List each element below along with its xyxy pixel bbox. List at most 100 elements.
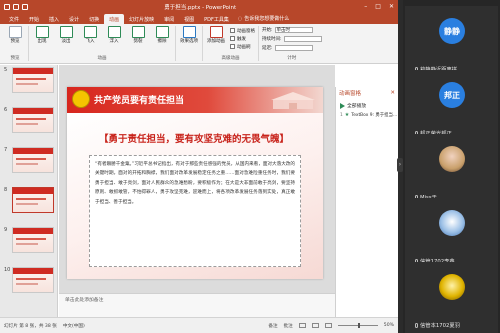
reading-view-icon[interactable] — [324, 323, 332, 328]
tab-view[interactable]: 视图 — [179, 14, 199, 24]
tell-me-box[interactable]: ◌ 告诉我您想要做什么 — [234, 13, 293, 24]
ribbon-group-advanced: 添加动画 动画窗格 触发 动画刷 高级动画 — [203, 26, 259, 61]
powerpoint-window: 勇于担当.pptx - PowerPoint – □ ✕ 文件 开始 插入 设计… — [0, 0, 398, 333]
animation-item[interactable]: 1 ★ TextBox 9: 勇于担当... — [340, 112, 397, 118]
add-animation-icon — [209, 26, 223, 38]
star-icon — [107, 26, 121, 38]
participant-tile[interactable]: 邦正 邦正荣光邦正 — [405, 70, 498, 144]
avatar — [439, 274, 465, 300]
slide-thumbnail[interactable]: 6 — [4, 107, 54, 133]
ribbon-group-timing: 开始: 单击时 持续时间: 延迟: 计时 — [259, 26, 325, 61]
participant-tile[interactable]: 信管1702李鑫 — [405, 198, 498, 272]
add-animation-button[interactable]: 添加动画 — [206, 26, 226, 55]
tiananmen-icon — [271, 92, 315, 109]
lightbulb-icon: ◌ — [237, 15, 243, 22]
participant-name: 信管本1702夏羽 — [420, 323, 460, 329]
microphone-icon — [415, 322, 418, 328]
current-slide[interactable]: 共产党员要有责任担当 【勇于责任担当，要有攻坚克难的无畏气魄】 “有者蹶勝千金粟… — [67, 87, 323, 279]
maximize-button[interactable]: □ — [375, 3, 381, 10]
animation-pane-title: 动画窗格 — [339, 91, 362, 97]
participant-tile[interactable]: 信管本1702夏羽 — [405, 262, 498, 333]
participant-sidebar: 静静 莉静静近距离拼... 邦正 邦正荣光邦正 Miss于 信管1702李鑫 信… — [403, 0, 500, 333]
avatar — [439, 146, 465, 172]
tab-pdf-tools[interactable]: PDF工具集 — [199, 14, 234, 24]
avatar: 邦正 — [439, 82, 465, 108]
tab-transitions[interactable]: 切换 — [84, 14, 104, 24]
animation-painter-button[interactable]: 动画刷 — [230, 43, 255, 50]
play-all-button[interactable]: 全部播放 — [340, 102, 394, 109]
ribbon-group-animation: 出现 淡出 飞入 浮入 劈裂 擦除 动画 — [29, 26, 176, 61]
anim-fade-button[interactable]: 淡出 — [56, 26, 76, 55]
preview-icon — [8, 26, 22, 38]
notes-button[interactable]: 备注 — [268, 323, 277, 329]
anim-appear-button[interactable]: 出现 — [32, 26, 52, 55]
anim-float-in-button[interactable]: 浮入 — [104, 26, 124, 55]
zoom-slider[interactable] — [337, 323, 378, 328]
window-title: 勇于担当.pptx - PowerPoint — [164, 4, 237, 11]
participant-tile[interactable]: Miss于 — [405, 134, 498, 208]
notes-pane[interactable]: 单击此处添加备注 — [59, 293, 335, 317]
tell-me-text: 告诉我您想要做什么 — [244, 16, 290, 22]
zoom-level[interactable]: 50% — [384, 323, 394, 328]
trigger-button[interactable]: 触发 — [230, 35, 255, 42]
window-controls: – □ ✕ — [364, 3, 394, 10]
effect-options-button[interactable]: 效果选项 — [179, 26, 199, 55]
comments-button[interactable]: 批注 — [284, 323, 293, 329]
slide-sorter-icon[interactable] — [311, 323, 319, 328]
participant-tile[interactable]: 静静 莉静静近距离拼... — [405, 6, 498, 80]
party-emblem-icon — [72, 90, 90, 108]
quick-access-toolbar — [4, 3, 28, 10]
anim-wipe-button[interactable]: 擦除 — [152, 26, 172, 55]
star-icon — [131, 26, 145, 38]
close-icon[interactable]: ✕ — [390, 90, 395, 96]
slide-thumbnail-pane[interactable]: 5 6 7 8 9 10 — [0, 65, 58, 317]
tab-file[interactable]: 文件 — [4, 14, 24, 24]
close-button[interactable]: ✕ — [389, 3, 394, 10]
undo-icon[interactable] — [13, 3, 19, 10]
preview-button[interactable]: 预览 — [5, 26, 25, 55]
slide-canvas[interactable]: 共产党员要有责任担当 【勇于责任担当，要有攻坚克难的无畏气魄】 “有者蹶勝千金粟… — [59, 65, 335, 293]
animation-pane: 动画窗格 ✕ 全部播放 1 ★ TextBox 9: 勇于担当... — [335, 87, 398, 317]
star-icon — [35, 26, 49, 38]
save-icon[interactable] — [4, 3, 10, 10]
effect-options-icon — [182, 26, 196, 38]
avatar — [439, 210, 465, 236]
normal-view-icon[interactable] — [298, 323, 306, 328]
play-icon — [340, 102, 345, 109]
duration-field[interactable]: 持续时间: — [262, 35, 322, 43]
slide-thumbnail[interactable]: 7 — [4, 147, 54, 173]
ribbon-group-effect: 效果选项 — [176, 26, 203, 61]
animation-pane-toggle[interactable]: 动画窗格 — [230, 27, 255, 34]
tab-design[interactable]: 设计 — [64, 14, 84, 24]
slide-thumbnail[interactable]: 10 — [4, 267, 54, 293]
slide-thumbnail[interactable]: 5 — [4, 67, 54, 93]
anim-split-button[interactable]: 劈裂 — [128, 26, 148, 55]
star-icon — [83, 26, 97, 38]
minimize-button[interactable]: – — [364, 3, 367, 10]
title-bar: 勇于担当.pptx - PowerPoint – □ ✕ — [0, 0, 398, 13]
anim-fly-in-button[interactable]: 飞入 — [80, 26, 100, 55]
tab-animations[interactable]: 动画 — [104, 14, 125, 24]
tab-slideshow[interactable]: 幻灯片放映 — [124, 14, 159, 24]
start-dropdown[interactable]: 开始: 单击时 — [262, 26, 322, 34]
star-icon: ★ — [344, 112, 350, 118]
slide-body-textbox[interactable]: “有者蹶勝千金粟。”习近平总书记指出，有对于那些责任感强的党员，从国内来看，面对… — [89, 155, 301, 267]
slide-thumbnail-active[interactable]: 8 — [4, 187, 54, 213]
slide-subtitle[interactable]: 【勇于责任担当，要有攻坚克难的无畏气魄】 — [99, 131, 289, 145]
delay-field[interactable]: 延迟: — [262, 44, 322, 52]
ribbon-tabs: 文件 开始 插入 设计 切换 动画 幻灯片放映 审阅 视图 PDF工具集 ◌ 告… — [0, 13, 398, 24]
ribbon-group-preview: 预览 预览 — [2, 26, 29, 61]
slide-thumbnail[interactable]: 9 — [4, 227, 54, 253]
slide-banner-title[interactable]: 共产党员要有责任担当 — [94, 93, 184, 106]
redo-icon[interactable] — [22, 3, 28, 10]
tab-review[interactable]: 审阅 — [159, 14, 179, 24]
tab-insert[interactable]: 插入 — [44, 14, 64, 24]
star-icon — [59, 26, 73, 38]
slide-counter: 幻灯片 第 8 张，共 38 张 — [4, 323, 57, 329]
status-bar: 幻灯片 第 8 张，共 38 张 中文(中国) 备注 批注 50% — [0, 317, 398, 333]
language-indicator[interactable]: 中文(中国) — [63, 323, 85, 329]
avatar: 静静 — [439, 18, 465, 44]
star-icon — [155, 26, 169, 38]
tab-home[interactable]: 开始 — [24, 14, 44, 24]
ribbon: 预览 预览 出现 淡出 飞入 浮入 劈裂 擦除 动画 效果选项 添加动画 动画窗… — [0, 24, 398, 64]
